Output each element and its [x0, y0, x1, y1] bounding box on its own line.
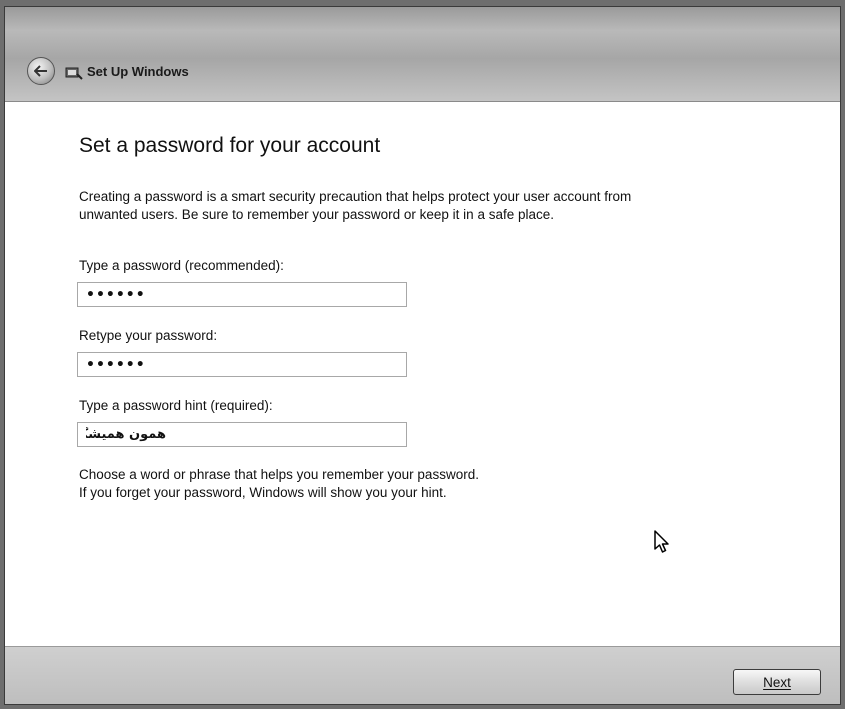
- retype-password-label: Retype your password:: [79, 328, 218, 343]
- setup-window: Set Up Windows Set a password for your a…: [4, 6, 841, 705]
- main-content: Set a password for your account Creating…: [5, 101, 840, 647]
- window-title: Set Up Windows: [87, 64, 189, 79]
- title-bar: Set Up Windows: [5, 7, 840, 101]
- intro-line-1: Creating a password is a smart security …: [79, 189, 632, 204]
- windows-setup-icon: [65, 67, 83, 80]
- mouse-pointer-icon: [654, 530, 669, 553]
- next-button[interactable]: Next: [733, 669, 821, 695]
- intro-text: Creating a password is a smart security …: [79, 188, 779, 224]
- page-title: Set a password for your account: [79, 134, 381, 157]
- intro-line-2: unwanted users. Be sure to remember your…: [79, 207, 554, 222]
- footer-bar: Next: [5, 646, 840, 704]
- hint-explanation: Choose a word or phrase that helps you r…: [79, 466, 779, 502]
- hint-explanation-line-1: Choose a word or phrase that helps you r…: [79, 467, 479, 482]
- hint-explanation-line-2: If you forget your password, Windows wil…: [79, 485, 447, 500]
- back-button[interactable]: [27, 57, 55, 85]
- back-arrow-icon: [34, 65, 47, 77]
- password-label: Type a password (recommended):: [79, 258, 284, 273]
- retype-password-field[interactable]: [77, 352, 407, 377]
- password-field[interactable]: [77, 282, 407, 307]
- password-hint-label: Type a password hint (required):: [79, 398, 273, 413]
- password-hint-field[interactable]: [77, 422, 407, 447]
